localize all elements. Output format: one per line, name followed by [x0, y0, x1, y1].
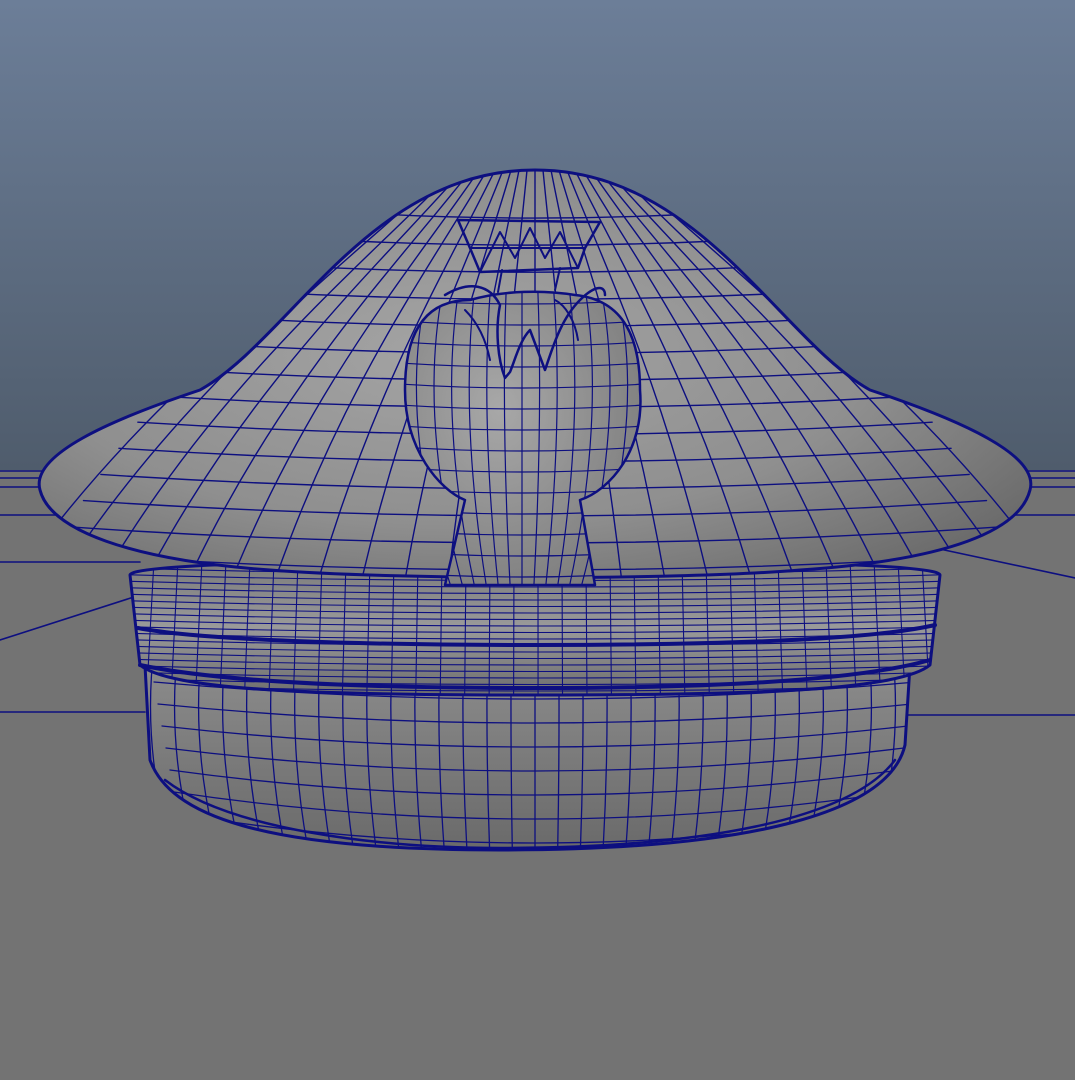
viewport-canvas[interactable]	[0, 0, 1075, 1080]
3d-viewport[interactable]	[0, 0, 1075, 1080]
